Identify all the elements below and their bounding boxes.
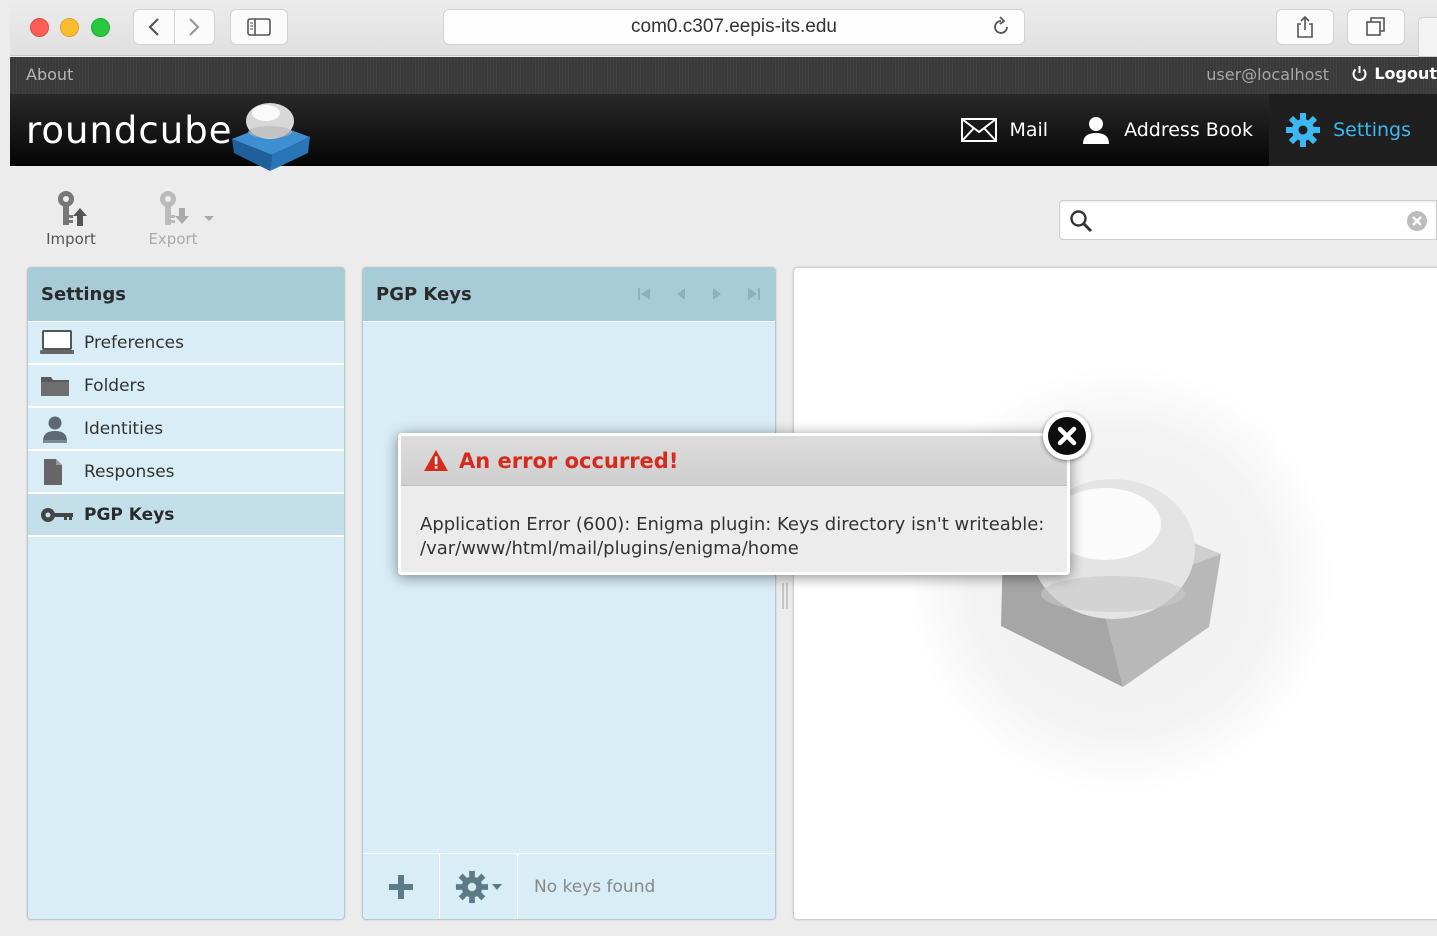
- close-dialog-button[interactable]: [1043, 412, 1091, 460]
- search-icon[interactable]: [1069, 209, 1093, 233]
- share-icon: [1297, 15, 1313, 38]
- taskbar: Mail Address Book Settings: [945, 94, 1437, 166]
- nav-button-group: [133, 9, 215, 45]
- show-tabs-button[interactable]: [1347, 9, 1405, 45]
- close-icon: [1048, 417, 1086, 455]
- username: user@localhost: [1206, 65, 1329, 84]
- settings-panel-title: Settings: [28, 268, 344, 322]
- zoom-window-button[interactable]: [91, 18, 110, 37]
- back-button[interactable]: [134, 10, 174, 44]
- settings-list: Preferences Folders Identities Responses…: [28, 322, 344, 537]
- pager: [637, 287, 761, 301]
- logout-link[interactable]: Logout: [1351, 64, 1437, 83]
- settings-item-label: Responses: [84, 461, 175, 482]
- pgp-keys-panel: PGP Keys No keys found: [362, 267, 776, 920]
- logout-label: Logout: [1374, 64, 1437, 83]
- close-window-button[interactable]: [30, 18, 49, 37]
- document-icon: [40, 458, 76, 486]
- settings-item-label: Preferences: [84, 332, 184, 353]
- task-mail[interactable]: Mail: [945, 94, 1064, 166]
- new-tab-button[interactable]: [1418, 17, 1437, 57]
- settings-panel: Settings Preferences Folders Identities …: [27, 267, 345, 920]
- settings-item-folders[interactable]: Folders: [28, 365, 344, 408]
- task-settings[interactable]: Settings: [1269, 94, 1437, 166]
- settings-item-pgp-keys[interactable]: PGP Keys: [28, 494, 344, 537]
- roundcube-logo-icon: [232, 103, 310, 171]
- keys-status: No keys found: [534, 876, 656, 897]
- export-button[interactable]: Export: [138, 190, 208, 248]
- next-page-icon[interactable]: [709, 287, 725, 301]
- warning-icon: [424, 450, 448, 471]
- task-address-book[interactable]: Address Book: [1064, 94, 1269, 166]
- clear-search-icon[interactable]: [1406, 210, 1428, 232]
- settings-item-label: PGP Keys: [84, 504, 175, 525]
- person-icon: [1083, 117, 1110, 144]
- panel-splitter[interactable]: [781, 583, 789, 609]
- search-box: [1059, 200, 1437, 240]
- keys-footer: No keys found: [363, 853, 775, 919]
- error-dialog-title: An error occurred!: [401, 436, 1067, 486]
- import-button[interactable]: Import: [36, 190, 106, 248]
- url-text: com0.c307.eepis-its.edu: [631, 16, 837, 37]
- first-page-icon[interactable]: [637, 287, 653, 301]
- gear-icon: [455, 870, 489, 903]
- browser-titlebar: com0.c307.eepis-its.edu: [10, 0, 1437, 57]
- roundcube-watermark-icon: [907, 366, 1335, 794]
- minimize-window-button[interactable]: [60, 18, 79, 37]
- power-icon: [1352, 66, 1367, 81]
- sidebar-toggle-button[interactable]: [230, 9, 288, 45]
- address-bar[interactable]: com0.c307.eepis-its.edu: [443, 9, 1025, 45]
- task-settings-label: Settings: [1333, 119, 1411, 141]
- envelope-icon: [961, 118, 998, 142]
- chevron-down-icon: [492, 883, 502, 890]
- error-message: Application Error (600): Enigma plugin: …: [420, 514, 1045, 559]
- reload-icon[interactable]: [990, 16, 1012, 38]
- monitor-icon: [40, 329, 76, 356]
- last-page-icon[interactable]: [745, 287, 761, 301]
- logo-text[interactable]: roundcube: [26, 109, 232, 152]
- tabs-overview-icon: [1366, 17, 1385, 36]
- key-options-button[interactable]: [440, 854, 518, 919]
- task-address-book-label: Address Book: [1124, 119, 1254, 141]
- settings-item-responses[interactable]: Responses: [28, 451, 344, 494]
- import-label: Import: [46, 230, 96, 248]
- person-icon: [40, 414, 76, 444]
- plus-icon: [389, 874, 413, 899]
- sidebar-icon: [247, 18, 271, 36]
- chevron-right-icon: [189, 18, 201, 36]
- settings-item-label: Identities: [84, 418, 164, 439]
- key-icon: [40, 507, 76, 523]
- chevron-down-icon[interactable]: [203, 215, 215, 223]
- key-export-icon: [160, 191, 189, 225]
- folder-icon: [40, 374, 76, 398]
- error-dialog-title-text: An error occurred!: [459, 448, 679, 473]
- settings-item-label: Folders: [84, 375, 146, 396]
- key-import-icon: [58, 191, 87, 226]
- share-button[interactable]: [1276, 9, 1334, 45]
- chevron-left-icon: [148, 18, 159, 36]
- add-key-button[interactable]: [363, 854, 440, 919]
- task-mail-label: Mail: [1009, 119, 1049, 141]
- settings-item-identities[interactable]: Identities: [28, 408, 344, 451]
- search-input[interactable]: [1102, 207, 1402, 233]
- about-link[interactable]: About: [26, 65, 73, 84]
- export-label: Export: [148, 230, 198, 248]
- gear-icon: [1286, 113, 1321, 147]
- forward-button[interactable]: [173, 10, 214, 44]
- settings-item-preferences[interactable]: Preferences: [28, 322, 344, 365]
- topline: About user@localhost Logout: [10, 57, 1437, 94]
- app-header: roundcube Mail Address Book Settings: [10, 94, 1437, 171]
- error-dialog: An error occurred! Application Error (60…: [398, 433, 1070, 575]
- previous-page-icon[interactable]: [673, 287, 689, 301]
